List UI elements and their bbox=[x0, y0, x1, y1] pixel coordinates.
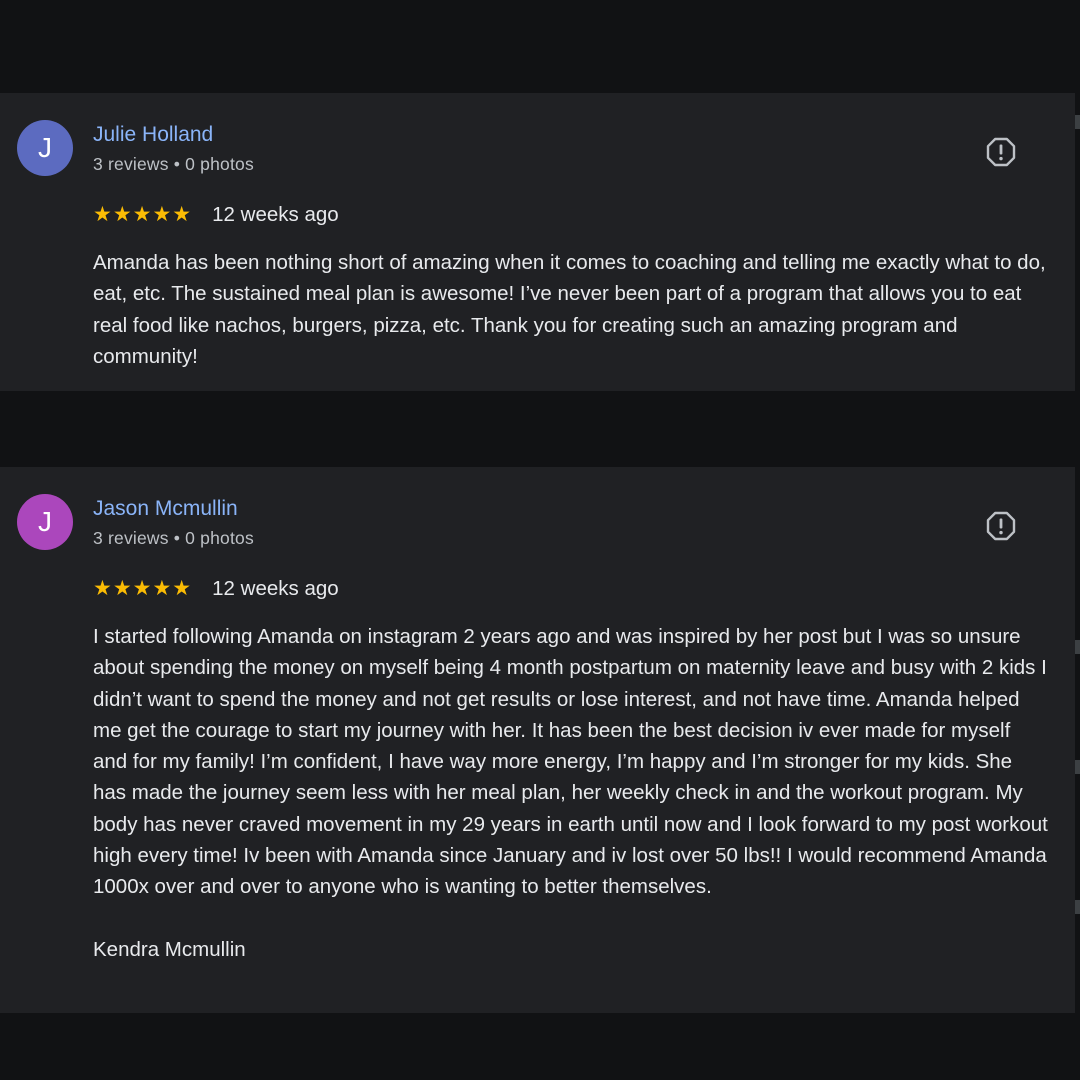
star-rating: ★★★★★ bbox=[93, 577, 193, 600]
rating-row: ★★★★★ 12 weeks ago bbox=[93, 577, 339, 601]
review-text: Amanda has been nothing short of amazing… bbox=[93, 251, 1046, 368]
review-text: I started following Amanda on instagram … bbox=[93, 625, 1048, 961]
edge-divider bbox=[1075, 115, 1080, 129]
review-card: J Julie Holland 3 reviews • 0 photos ★★★… bbox=[0, 93, 1075, 391]
report-flag-icon[interactable] bbox=[985, 136, 1017, 168]
edge-divider bbox=[1075, 760, 1080, 774]
reviews-page: J Julie Holland 3 reviews • 0 photos ★★★… bbox=[0, 0, 1080, 1080]
star-rating: ★★★★★ bbox=[93, 203, 193, 226]
avatar[interactable]: J bbox=[17, 120, 73, 176]
report-flag-icon[interactable] bbox=[985, 510, 1017, 542]
reviewer-name[interactable]: Julie Holland bbox=[93, 123, 213, 147]
reviewer-meta: 3 reviews • 0 photos bbox=[93, 154, 254, 174]
edge-divider bbox=[1075, 640, 1080, 654]
edge-divider bbox=[1075, 900, 1080, 914]
review-card: J Jason Mcmullin 3 reviews • 0 photos ★★… bbox=[0, 467, 1075, 1013]
review-time: 12 weeks ago bbox=[212, 203, 339, 226]
avatar[interactable]: J bbox=[17, 494, 73, 550]
rating-row: ★★★★★ 12 weeks ago bbox=[93, 203, 339, 227]
review-time: 12 weeks ago bbox=[212, 577, 339, 600]
reviewer-meta: 3 reviews • 0 photos bbox=[93, 528, 254, 548]
reviewer-name[interactable]: Jason Mcmullin bbox=[93, 497, 238, 521]
